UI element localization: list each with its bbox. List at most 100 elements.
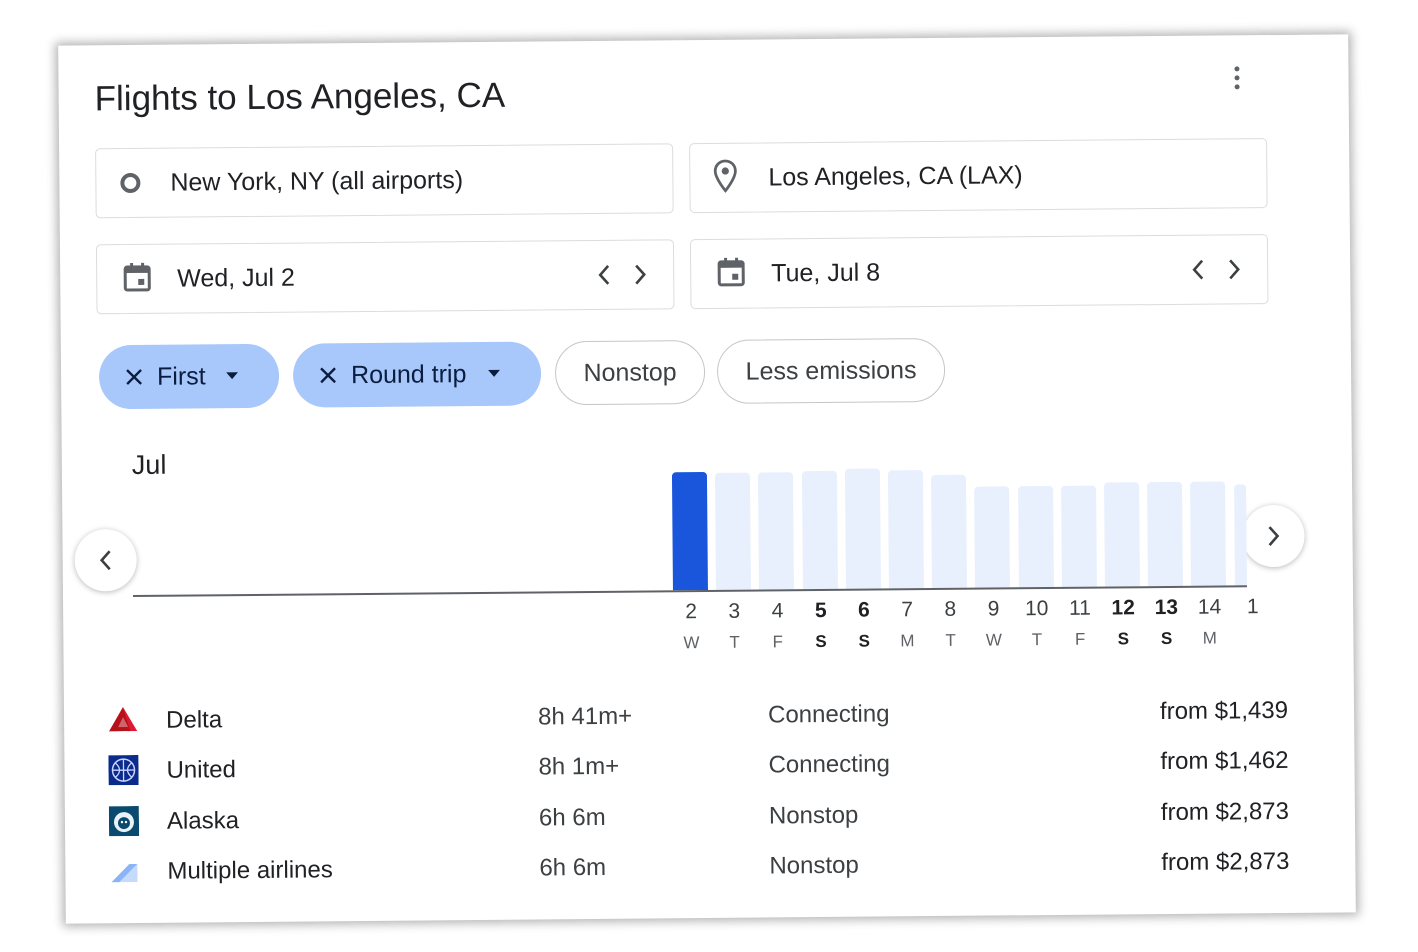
calendar-day-label[interactable]: 9W xyxy=(973,597,1013,650)
price-bar-day-2[interactable] xyxy=(671,472,708,591)
day-number: 10 xyxy=(1024,597,1049,621)
chevron-left-icon xyxy=(598,264,610,285)
chevron-left-icon xyxy=(1192,259,1204,280)
day-of-week: S xyxy=(815,631,827,652)
origin-circle-icon xyxy=(120,172,141,194)
calendar-icon xyxy=(123,261,151,296)
calendar-day-label[interactable]: 11 F xyxy=(1060,597,1100,650)
calendar-day-label[interactable]: 13 S xyxy=(1146,596,1186,649)
price-bar-day-8[interactable] xyxy=(931,474,968,589)
flight-price: from $2,873 xyxy=(1161,847,1290,877)
calendar-day-label[interactable]: 5S xyxy=(801,599,841,652)
price-bar-day-7[interactable] xyxy=(887,470,924,589)
day-of-week: S xyxy=(1117,629,1130,649)
origin-field[interactable]: New York, NY (all airports) xyxy=(95,143,674,219)
chevron-right-icon xyxy=(1268,526,1280,546)
result-row[interactable]: United 8h 1m+ Connecting from $1,462 xyxy=(108,739,1289,793)
more-options-button[interactable] xyxy=(1222,61,1250,93)
day-number: 6 xyxy=(858,598,870,622)
departure-date-field[interactable]: Wed, Jul 2 xyxy=(95,239,675,315)
calendar-day-label[interactable]: 10 T xyxy=(1017,597,1057,650)
price-bar-day-4[interactable] xyxy=(758,472,795,590)
nonstop-filter-chip[interactable]: Nonstop xyxy=(554,340,706,406)
destination-text: Los Angeles, CA (LAX) xyxy=(768,160,1023,191)
departure-prev-day-button[interactable] xyxy=(593,260,615,290)
departure-next-day-button[interactable] xyxy=(629,259,651,289)
location-pin-icon xyxy=(712,158,738,197)
price-bar-day-10[interactable] xyxy=(1017,485,1054,588)
day-of-week: T xyxy=(1031,630,1043,650)
day-number: 3 xyxy=(728,599,741,623)
day-of-week: T xyxy=(729,632,740,652)
price-bar-day-3[interactable] xyxy=(715,472,752,590)
price-bar-day-11[interactable] xyxy=(1060,485,1097,587)
result-row[interactable]: Alaska 6h 6m Nonstop from $2,873 xyxy=(108,790,1289,844)
calendar-day-label[interactable]: 2W xyxy=(671,600,711,653)
day-of-week: F xyxy=(772,632,784,652)
day-of-week: S xyxy=(1160,628,1173,649)
day-of-week: W xyxy=(985,630,1002,650)
less-emissions-chip[interactable]: Less emissions xyxy=(716,337,946,404)
chevron-right-icon xyxy=(1229,259,1240,280)
trip-type-chip[interactable]: Round trip xyxy=(292,341,542,408)
day-number: 5 xyxy=(814,598,827,623)
cabin-class-label: First xyxy=(156,361,206,391)
destination-field[interactable]: Los Angeles, CA (LAX) xyxy=(689,138,1268,214)
day-of-week: W xyxy=(683,633,700,653)
trip-type-label: Round trip xyxy=(350,359,467,389)
price-bar-day-12[interactable] xyxy=(1104,482,1140,587)
price-bar-day-14[interactable] xyxy=(1190,481,1227,586)
return-next-day-button[interactable] xyxy=(1223,254,1245,284)
calendar-day-label[interactable]: 14 M xyxy=(1189,595,1229,648)
calendar-day-label[interactable]: 6S xyxy=(844,598,884,651)
calendar-prev-button[interactable] xyxy=(74,528,137,592)
price-bar-day-6[interactable] xyxy=(844,468,881,589)
price-bar-day-9[interactable] xyxy=(974,486,1011,588)
flight-duration: 8h 1m+ xyxy=(538,752,620,781)
day-of-week: F xyxy=(1074,629,1086,649)
calendar-day-label[interactable]: 3T xyxy=(714,600,754,653)
day-number: 7 xyxy=(901,598,914,622)
calendar-day-label[interactable]: 12 S xyxy=(1103,596,1143,649)
price-bar-day-13[interactable] xyxy=(1147,481,1184,587)
price-bar-day-5[interactable] xyxy=(801,470,838,590)
airline-name: Alaska xyxy=(166,807,240,835)
result-row[interactable]: Delta 8h 41m+ Connecting from $1,439 xyxy=(108,689,1288,743)
calendar-day-label[interactable]: 8T xyxy=(930,598,970,651)
return-date-field[interactable]: Tue, Jul 8 xyxy=(689,234,1269,310)
flight-price: from $1,439 xyxy=(1159,696,1289,726)
nonstop-filter-label: Nonstop xyxy=(583,357,677,387)
origin-text: New York, NY (all airports) xyxy=(170,165,464,197)
day-of-week: S xyxy=(858,631,870,651)
price-bar-day-1[interactable] xyxy=(1233,484,1247,586)
chevron-left-icon xyxy=(99,550,111,571)
cabin-class-chip[interactable]: First xyxy=(98,343,280,410)
flight-price: from $1,462 xyxy=(1160,746,1289,776)
airline-name: Delta xyxy=(165,706,223,734)
price-calendar-chart xyxy=(671,455,1253,591)
more-vert-icon xyxy=(1233,65,1239,71)
day-number: 1 xyxy=(1246,595,1259,619)
calendar-day-label[interactable]: 4F xyxy=(757,599,797,652)
multiple-airlines-icon xyxy=(109,856,139,886)
day-of-week: T xyxy=(945,630,956,650)
day-of-week: M xyxy=(900,631,915,651)
close-icon[interactable] xyxy=(319,366,337,384)
result-row[interactable]: Multiple airlines 6h 6m Nonstop from $2,… xyxy=(109,840,1289,894)
day-number: 2 xyxy=(685,600,698,624)
alaska-logo-icon xyxy=(108,805,140,837)
flight-stops: Nonstop xyxy=(769,851,859,880)
calendar-icon xyxy=(717,256,745,291)
day-number: 11 xyxy=(1068,596,1091,620)
results-list: Delta 8h 41m+ Connecting from $1,439 Uni… xyxy=(58,34,1348,885)
day-number: 4 xyxy=(771,599,784,623)
day-number: 8 xyxy=(944,597,957,621)
calendar-day-label[interactable]: 7M xyxy=(887,598,927,651)
close-icon[interactable] xyxy=(125,368,143,386)
return-prev-day-button[interactable] xyxy=(1187,255,1209,285)
flight-stops: Connecting xyxy=(767,700,890,729)
calendar-day-labels: 2 W 3 T 4 F 5 S 6 S 7 M 8 T 9 W 10 T 11 F 12 S 13 S 14 M 1 xyxy=(58,34,1348,652)
calendar-day-label[interactable]: 1 xyxy=(1233,595,1273,628)
flight-duration: 8h 41m+ xyxy=(537,702,633,731)
chevron-right-icon xyxy=(635,264,646,285)
